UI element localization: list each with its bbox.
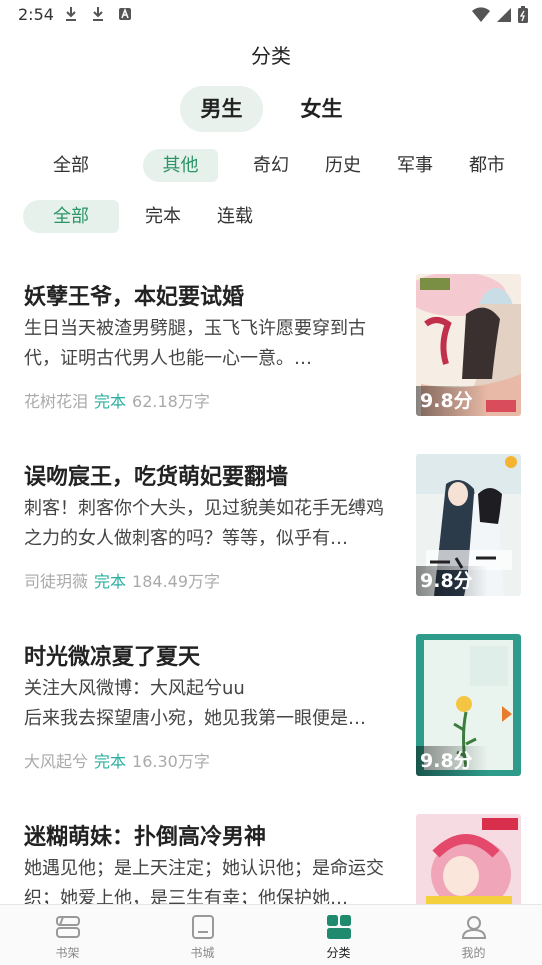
book-title: 妖孽王爷，本妃要试婚 (24, 285, 245, 310)
book-status: 完本 (94, 392, 127, 411)
download-icon (93, 7, 103, 21)
app-notification-icon (119, 7, 131, 20)
book-author: 大风起兮 (24, 752, 89, 771)
nav-bookstore[interactable]: 书城 (135, 905, 270, 965)
book-title: 迷糊萌妹：扑倒高冷男神 (24, 825, 267, 850)
category-filter-all[interactable]: 全部 (23, 149, 119, 182)
nav-label: 我的 (461, 946, 486, 960)
book-item[interactable]: 误吻宸王，吃货萌妃要翻墙 刺客！刺客你个大头，见过貌美如花手无缚鸡之力的女人做刺… (0, 454, 542, 652)
book-cover[interactable]: 9.8分 (416, 274, 521, 416)
book-score: 9.8分 (416, 746, 488, 776)
nav-label: 书城 (190, 946, 215, 960)
nav-profile[interactable]: 我的 (406, 905, 541, 965)
category-filter-other[interactable]: 其他 (143, 149, 218, 182)
book-words: 62.18万字 (132, 392, 210, 411)
category-filter-urban[interactable]: 都市 (455, 149, 519, 182)
book-score: 9.8分 (416, 386, 488, 416)
category-filter-military[interactable]: 军事 (383, 149, 447, 182)
signal-icon (497, 7, 511, 22)
book-cover[interactable]: 9.8分 (416, 634, 521, 776)
book-words: 16.30万字 (132, 752, 210, 771)
book-item[interactable]: 时光微凉夏了夏天 关注大风微博：大风起兮uu 后来我去探望唐小宛，她见我第一眼便… (0, 634, 542, 832)
nav-bookshelf[interactable]: 书架 (0, 905, 135, 965)
book-words: 184.49万字 (132, 572, 221, 591)
bookshelf-icon (55, 916, 80, 938)
book-meta: 大风起兮 完本 16.30万字 (24, 748, 210, 772)
status-filter-serializing[interactable]: 连载 (203, 200, 267, 233)
book-title: 误吻宸王，吃货萌妃要翻墙 (24, 465, 289, 490)
book-item[interactable]: 妖孽王爷，本妃要试婚 生日当天被渣男劈腿，玉飞飞许愿要穿到古代，证明古代男人也能… (0, 274, 542, 472)
book-status: 完本 (94, 572, 127, 591)
category-filter-fantasy[interactable]: 奇幻 (239, 149, 303, 182)
nav-label: 书架 (55, 946, 80, 960)
status-right-icons (472, 6, 528, 23)
book-desc: 刺客！刺客你个大头，见过貌美如花手无缚鸡之力的女人做刺客的吗？等等，似乎有… (24, 498, 384, 549)
battery-icon (518, 6, 528, 23)
wifi-icon (472, 6, 490, 22)
status-time: 2:54 (18, 5, 54, 24)
book-title: 时光微凉夏了夏天 (24, 645, 201, 670)
tab-female[interactable]: 女生 (280, 86, 363, 132)
nav-label: 分类 (326, 946, 351, 960)
bookstore-icon (191, 915, 214, 939)
download-icon (66, 7, 76, 21)
book-status: 完本 (94, 752, 127, 771)
status-bar: 2:54 (0, 0, 542, 30)
gender-tabs: 男生 女生 (0, 86, 542, 132)
profile-icon (461, 916, 486, 939)
status-filter-all[interactable]: 全部 (23, 200, 119, 233)
book-author: 花树花泪 (24, 392, 89, 411)
book-meta: 司徒玥薇 完本 184.49万字 (24, 568, 220, 592)
bottom-nav: 书架 书城 分类 我的 (0, 904, 542, 965)
book-author: 司徒玥薇 (24, 572, 89, 591)
category-icon (326, 915, 351, 939)
book-cover[interactable]: 9.8分 (416, 454, 521, 596)
status-filter-completed[interactable]: 完本 (131, 200, 195, 233)
book-score: 9.8分 (416, 566, 488, 596)
nav-category[interactable]: 分类 (271, 905, 406, 965)
page-title: 分类 (251, 44, 291, 68)
book-meta: 花树花泪 完本 62.18万字 (24, 388, 210, 412)
book-desc: 生日当天被渣男劈腿，玉飞飞许愿要穿到古代，证明古代男人也能一心一意。… (24, 318, 366, 369)
book-desc: 关注大风微博：大风起兮uu 后来我去探望唐小宛，她见我第一眼便是… (24, 678, 366, 729)
category-filter-history[interactable]: 历史 (311, 149, 375, 182)
tab-male[interactable]: 男生 (180, 86, 263, 132)
